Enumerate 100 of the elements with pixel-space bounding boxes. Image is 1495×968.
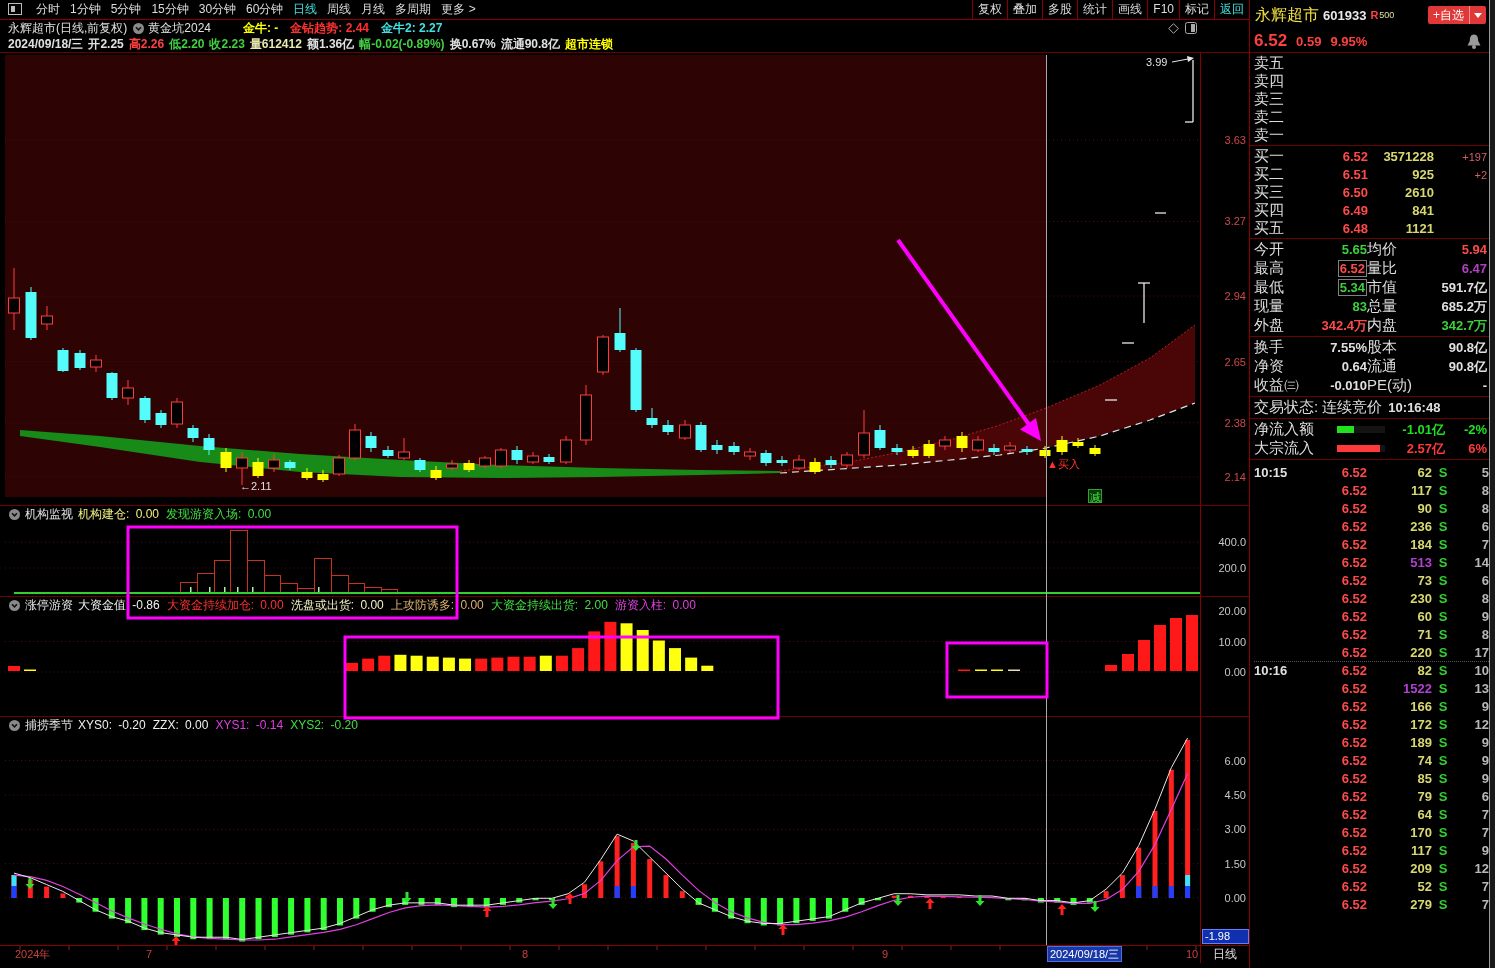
toolbar-button[interactable]: F10 bbox=[1147, 0, 1179, 19]
trade-price: 6.52 bbox=[1341, 608, 1367, 624]
period-tab[interactable]: 分时 bbox=[31, 0, 65, 19]
stat-value: 90.8亿 bbox=[1448, 338, 1487, 357]
bell-icon[interactable] bbox=[1467, 33, 1481, 49]
stat-value: 6.52 bbox=[1337, 260, 1367, 277]
toolbar-button[interactable]: 标记 bbox=[1179, 0, 1214, 19]
stat-label: 内盘 bbox=[1367, 316, 1398, 335]
trade-volume: 170 bbox=[1410, 824, 1432, 840]
percent-change: 9.95% bbox=[1330, 33, 1368, 49]
trade-volume: 236 bbox=[1410, 518, 1432, 534]
stock-code: 601933 bbox=[1323, 7, 1367, 23]
price-tick-mark bbox=[1104, 399, 1118, 401]
histogram-bar bbox=[442, 657, 455, 671]
trade-count: 7 bbox=[1481, 536, 1489, 552]
signal-tick bbox=[224, 587, 226, 592]
period-tab[interactable]: 多周期 bbox=[390, 0, 437, 19]
stat-value: 342.4万 bbox=[1321, 316, 1367, 335]
bid-volume: 2610 bbox=[1405, 185, 1434, 200]
toolbar-button[interactable]: 叠加 bbox=[1007, 0, 1043, 19]
date-axis-label: 2024年 bbox=[15, 947, 51, 961]
stat-value: 6.47 bbox=[1461, 261, 1487, 276]
period-tab[interactable]: 更多 > bbox=[436, 0, 481, 19]
formula-name[interactable]: 黄金坑2024 bbox=[148, 19, 212, 37]
back-button[interactable]: 返回 bbox=[1214, 0, 1249, 19]
chevron-down-icon[interactable] bbox=[9, 599, 20, 611]
price-tick-mark bbox=[1137, 282, 1151, 324]
scrollbar[interactable] bbox=[1489, 0, 1495, 968]
add-watchlist-button[interactable]: +自选 bbox=[1428, 6, 1469, 24]
stat-label: 最高 bbox=[1254, 259, 1285, 278]
quote-value: 2024/09/18/三 bbox=[8, 35, 84, 53]
trade-side: S bbox=[1438, 482, 1448, 498]
bid-level-label: 买五 bbox=[1254, 219, 1285, 238]
toolbar-button[interactable]: 画线 bbox=[1112, 0, 1148, 19]
axis-label: 6.00 bbox=[1224, 753, 1246, 768]
histogram-bar bbox=[1186, 615, 1198, 671]
signal-tick bbox=[237, 587, 239, 592]
trade-side: S bbox=[1438, 464, 1448, 480]
chevron-down-icon[interactable] bbox=[133, 22, 145, 34]
signal-tick bbox=[318, 587, 320, 592]
stat-label: 今开 bbox=[1254, 240, 1285, 259]
trade-count: 13 bbox=[1474, 680, 1489, 696]
quote-value: 低2.20 bbox=[169, 35, 205, 53]
trade-price: 6.52 bbox=[1341, 860, 1367, 876]
trade-price: 6.52 bbox=[1341, 536, 1367, 552]
reduce-signal-badge: 减 bbox=[1088, 489, 1102, 503]
trade-side: S bbox=[1438, 572, 1448, 588]
trade-count: 8 bbox=[1481, 626, 1489, 642]
histogram-bar bbox=[507, 656, 520, 671]
trade-time: 10:16 bbox=[1254, 663, 1289, 678]
chevron-down-icon[interactable] bbox=[9, 508, 20, 520]
period-tab[interactable]: 周线 bbox=[322, 0, 357, 19]
period-tab[interactable]: 1分钟 bbox=[65, 0, 106, 19]
dropdown-button[interactable] bbox=[1469, 6, 1486, 24]
status-time: 10:16:48 bbox=[1388, 400, 1441, 415]
sidebar-toggle-icon[interactable] bbox=[8, 3, 22, 15]
period-tab[interactable]: 日线 bbox=[288, 0, 323, 19]
trade-count: 12 bbox=[1474, 716, 1489, 732]
rating-number: 500 bbox=[1379, 10, 1395, 20]
indicator-value: 金牛2: 2.27 bbox=[381, 19, 443, 37]
trade-price: 6.52 bbox=[1341, 878, 1367, 894]
histogram-bar bbox=[523, 656, 536, 671]
period-tab[interactable]: 5分钟 bbox=[105, 0, 147, 19]
period-tab[interactable]: 60分钟 bbox=[241, 0, 289, 19]
trade-count: 9 bbox=[1481, 608, 1489, 624]
trade-price: 6.52 bbox=[1341, 663, 1367, 678]
down-arrow-icon bbox=[25, 878, 35, 889]
trade-volume: 64 bbox=[1417, 806, 1432, 822]
stat-value: 5.94 bbox=[1461, 242, 1487, 257]
panel-icon[interactable] bbox=[1185, 22, 1197, 34]
trade-volume: 513 bbox=[1410, 554, 1432, 570]
stat-label: 总量 bbox=[1367, 297, 1398, 316]
stat-label: 外盘 bbox=[1254, 316, 1285, 335]
stat-value: 342.7万 bbox=[1441, 316, 1487, 335]
up-arrow-icon bbox=[482, 906, 492, 917]
stat-value: 5.34 bbox=[1337, 279, 1367, 296]
flow-label: 净流入额 bbox=[1254, 420, 1315, 439]
indicator-value: 金钻趋势: 2.44 bbox=[290, 19, 370, 37]
period-tab[interactable]: 15分钟 bbox=[146, 0, 194, 19]
quote-value: 量612412 bbox=[249, 35, 302, 53]
trade-count: 6 bbox=[1481, 572, 1489, 588]
stat-value: 685.2万 bbox=[1441, 297, 1487, 316]
quote-value: 收2.23 bbox=[209, 35, 245, 53]
trade-count: 9 bbox=[1481, 698, 1489, 714]
histogram-bar bbox=[491, 657, 504, 671]
rating-letter: R bbox=[1370, 9, 1379, 21]
period-label: 日线 bbox=[1200, 946, 1249, 963]
histogram-bar bbox=[378, 655, 391, 671]
trade-volume: 1522 bbox=[1403, 680, 1432, 696]
toolbar-button[interactable]: 复权 bbox=[972, 0, 1008, 19]
toolbar-button[interactable]: 统计 bbox=[1077, 0, 1113, 19]
diamond-icon[interactable] bbox=[1168, 22, 1179, 34]
chevron-down-icon[interactable] bbox=[9, 719, 20, 731]
histogram-bar bbox=[346, 662, 358, 671]
toolbar-button[interactable]: 多股 bbox=[1042, 0, 1078, 19]
signal-tick bbox=[190, 587, 192, 592]
period-tab[interactable]: 30分钟 bbox=[193, 0, 242, 19]
period-tab[interactable]: 月线 bbox=[356, 0, 391, 19]
trade-price: 6.52 bbox=[1341, 824, 1367, 840]
price-tick-mark bbox=[1154, 212, 1167, 214]
